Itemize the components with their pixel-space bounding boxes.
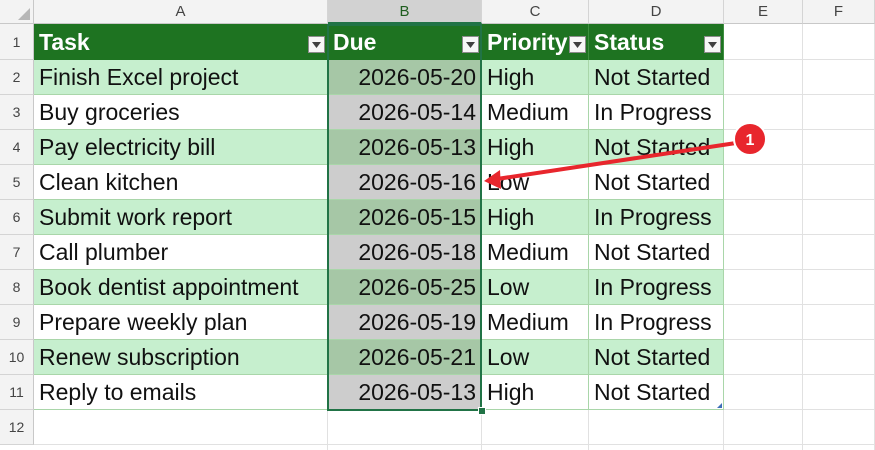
annotation-arrow — [495, 141, 738, 181]
annotation-arrowhead-icon — [484, 170, 501, 189]
annotation-badge-label: 1 — [746, 132, 755, 149]
annotation-layer: 1 — [484, 122, 767, 189]
